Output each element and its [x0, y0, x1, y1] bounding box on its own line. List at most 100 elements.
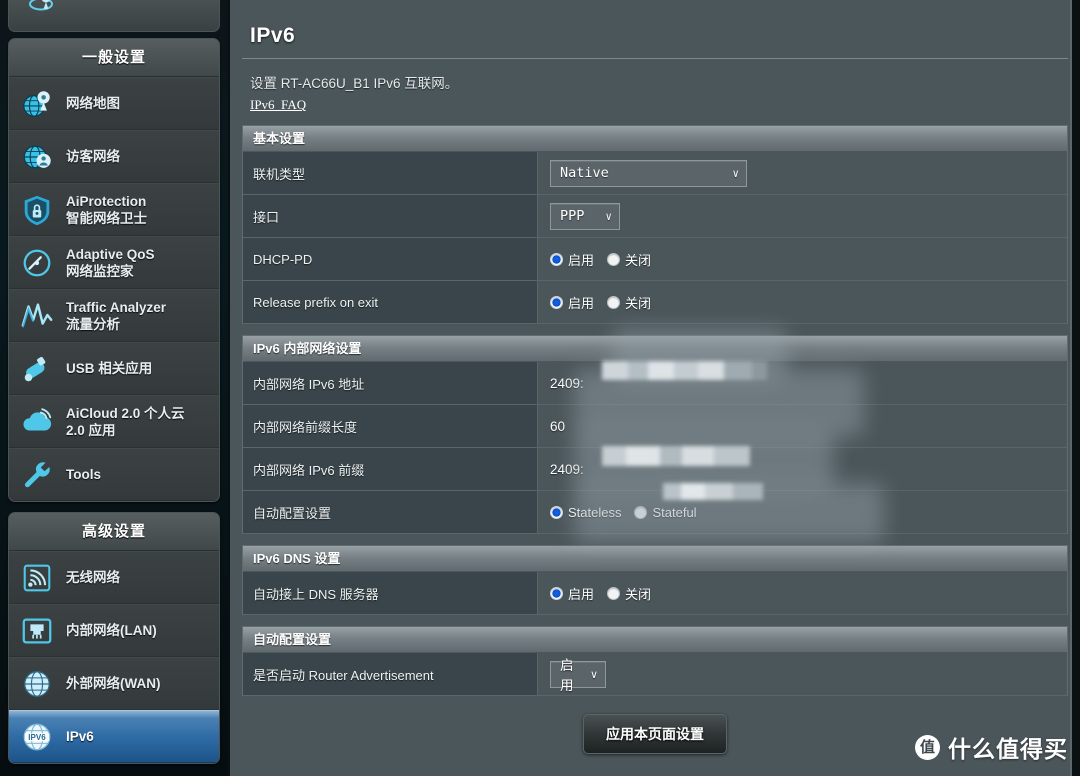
settings-row: 自动配置设置 Stateless Stateful [243, 491, 1067, 534]
sidebar-item-label: USB 相关应用 [66, 360, 152, 377]
setting-label: 是否启动 Router Advertisement [243, 653, 538, 695]
sidebar-item-label-primary: 外部网络(WAN) [66, 676, 161, 691]
radio-option-label: 关闭 [625, 586, 652, 602]
network-map-stub-icon [29, 0, 53, 11]
sidebar-item-label: 网络地图 [66, 95, 120, 112]
sidebar-top-panel-stub [8, 0, 220, 32]
settings-row: 自动接上 DNS 服务器 启用 关闭 [243, 572, 1067, 615]
globe-users-icon [19, 139, 55, 175]
sidebar-item-label-primary: 内部网络(LAN) [66, 623, 157, 638]
apply-settings-button[interactable]: 应用本页面设置 [583, 714, 727, 754]
select-[interactable]: Native ∨ [550, 159, 747, 187]
chevron-down-icon: ∨ [732, 166, 739, 180]
setting-label: 联机类型 [243, 152, 538, 194]
setting-value: 启用 ∨ [538, 653, 1067, 695]
radio-option[interactable]: 关闭 [607, 250, 651, 269]
sidebar: 一般设置 网络地图 访客网络 AiProtection 智能网络卫士 Adapti… [0, 0, 228, 776]
radio-group: 启用 关闭 [550, 293, 651, 312]
main-content: IPv6 设置 RT-AC66U_B1 IPv6 互联网。 IPv6_FAQ 基… [228, 0, 1080, 776]
setting-value: PPP ∨ [538, 195, 1067, 237]
sidebar-item-label-secondary: 2.0 应用 [66, 422, 116, 438]
settings-row: 内部网络 IPv6 地址 2409: [243, 362, 1067, 405]
radio-option[interactable]: Stateless [550, 505, 621, 520]
sidebar-item-tools[interactable]: Tools [9, 448, 219, 501]
radio-group: 启用 关闭 [550, 250, 651, 269]
radio-selected-icon [550, 505, 563, 519]
select-value: 启用 [560, 658, 574, 693]
radio-option[interactable]: 关闭 [607, 584, 651, 603]
select-value: PPP [560, 208, 585, 224]
wireless-icon [19, 560, 55, 596]
sidebar-item-item-1[interactable]: 访客网络 [9, 130, 219, 183]
radio-option[interactable]: 启用 [550, 584, 594, 603]
lan-port-icon [19, 613, 55, 649]
radio-unselected-icon [607, 295, 621, 309]
sidebar-group-general: 一般设置 网络地图 访客网络 AiProtection 智能网络卫士 Adapti… [8, 38, 220, 502]
radio-selected-icon [550, 252, 563, 266]
section-header: 基本设置 [243, 126, 1067, 152]
sidebar-item-label-primary: 网络地图 [66, 96, 120, 111]
sidebar-item-aiprotection[interactable]: AiProtection 智能网络卫士 [9, 183, 219, 236]
radio-group: Stateless Stateful [550, 505, 697, 520]
radio-selected-icon [550, 295, 563, 309]
setting-label: 内部网络 IPv6 地址 [243, 362, 538, 404]
radio-option[interactable]: Stateful [634, 504, 697, 520]
watermark-badge: 值 [915, 734, 940, 760]
setting-value: Native ∨ [538, 152, 1067, 194]
page-description: 设置 RT-AC66U_B1 IPv6 互联网。 [250, 76, 459, 91]
watermark-text: 什么值得买 [948, 736, 1068, 762]
value-text: 2409: [550, 461, 584, 477]
sidebar-item-wan[interactable]: 外部网络(WAN) [9, 657, 219, 710]
select-router-advertisement[interactable]: 启用 ∨ [550, 658, 606, 693]
sidebar-item-label-primary: AiProtection [66, 193, 147, 209]
shield-lock-icon [19, 192, 55, 228]
sidebar-item-label: 外部网络(WAN) [66, 675, 161, 692]
settings-section: IPv6 DNS 设置 自动接上 DNS 服务器 启用 关闭 [242, 545, 1068, 615]
sidebar-item-traffic-analyzer[interactable]: Traffic Analyzer 流量分析 [9, 289, 219, 342]
speedometer-icon [19, 245, 55, 281]
sidebar-item-usb[interactable]: USB 相关应用 [9, 342, 219, 395]
setting-label: 内部网络前缀长度 [243, 405, 538, 447]
sidebar-item-label-primary: IPv6 [66, 729, 94, 744]
settings-row: 联机类型 Native ∨ [243, 152, 1067, 195]
sidebar-item-label-primary: 无线网络 [66, 570, 120, 585]
radio-unselected-icon [607, 252, 621, 266]
setting-value: 2409: [538, 362, 1067, 404]
radio-option[interactable]: 启用 [550, 250, 594, 269]
page-title: IPv6 [250, 24, 296, 47]
radio-option-label: 启用 [568, 252, 595, 268]
settings-row: 接口 PPP ∨ [243, 195, 1067, 238]
radio-option[interactable]: 启用 [550, 293, 594, 312]
globe-icon [19, 666, 55, 702]
sidebar-item-adaptive-qos[interactable]: Adaptive QoS 网络监控家 [9, 236, 219, 289]
sidebar-item-label: Tools [66, 466, 101, 483]
setting-label: DHCP-PD [243, 238, 538, 280]
watermark: 值 什么值得买 [915, 730, 1068, 764]
sidebar-item-label-secondary: 网络监控家 [66, 263, 134, 279]
setting-value: 60 [538, 405, 1067, 447]
sidebar-item-lan[interactable]: 内部网络(LAN) [9, 604, 219, 657]
settings-row: 是否启动 Router Advertisement 启用 ∨ [243, 653, 1067, 696]
sidebar-item-label: 访客网络 [66, 148, 120, 165]
settings-section: 自动配置设置 是否启动 Router Advertisement 启用 ∨ [242, 626, 1068, 696]
sidebar-item-item-0[interactable]: 无线网络 [9, 551, 219, 604]
radio-option-label: 关闭 [625, 252, 652, 268]
ipv6-faq-link[interactable]: IPv6_FAQ [240, 92, 306, 113]
select-[interactable]: PPP ∨ [550, 202, 620, 230]
sidebar-group-advanced: 高级设置 无线网络 内部网络(LAN) 外部网络(WAN) IPV6 IPv6 [8, 512, 220, 764]
chevron-down-icon: ∨ [605, 209, 612, 223]
radio-option-label: Stateless [568, 504, 622, 520]
setting-value: Stateless Stateful [538, 491, 1067, 533]
radio-option[interactable]: 关闭 [607, 293, 651, 312]
setting-label: 接口 [243, 195, 538, 237]
sidebar-item-ipv6[interactable]: IPV6 IPv6 [9, 710, 219, 763]
section-header: IPv6 DNS 设置 [243, 546, 1067, 572]
router-admin-screen: 一般设置 网络地图 访客网络 AiProtection 智能网络卫士 Adapti… [0, 0, 1080, 776]
radio-option-label: Stateful [652, 504, 697, 520]
sidebar-item-item-0[interactable]: 网络地图 [9, 77, 219, 130]
sidebar-item-aicloud-2-0[interactable]: AiCloud 2.0 个人云 2.0 应用 [9, 395, 219, 448]
setting-label: Release prefix on exit [243, 281, 538, 323]
sidebar-group-header: 一般设置 [9, 39, 219, 77]
sidebar-item-label-primary: Adaptive QoS [66, 246, 155, 262]
sidebar-item-label-primary: Traffic Analyzer [66, 299, 167, 315]
